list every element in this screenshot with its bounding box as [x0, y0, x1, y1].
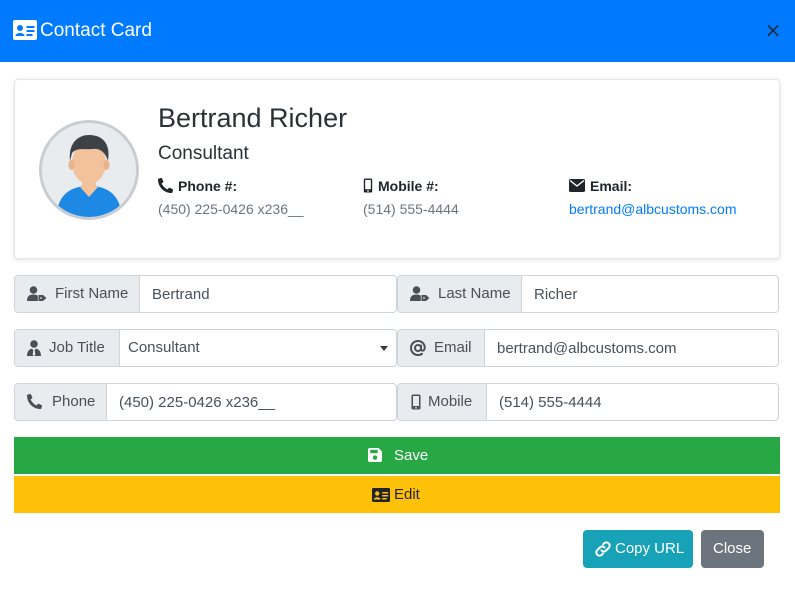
mobile-icon	[411, 394, 421, 410]
last-name-group: Last Name	[397, 275, 779, 313]
mobile-value: (514) 555-4444	[363, 201, 459, 217]
last-name-label: Last Name	[438, 285, 511, 302]
close-icon[interactable]: ×	[764, 19, 782, 41]
email-field-label: Email	[434, 339, 472, 356]
contact-job-title: Consultant	[158, 143, 249, 164]
chevron-down-icon[interactable]	[380, 346, 388, 351]
save-icon	[368, 448, 382, 462]
phone-input[interactable]	[107, 384, 396, 420]
email-group: Email	[397, 329, 779, 367]
user-tie-icon	[27, 340, 41, 356]
contact-name: Bertrand Richer	[158, 103, 348, 133]
id-card-icon	[372, 488, 390, 502]
save-button[interactable]: Save	[14, 437, 780, 474]
save-label: Save	[394, 447, 429, 464]
first-name-group: First Name	[14, 275, 397, 313]
email-input[interactable]	[485, 330, 778, 366]
mobile-icon	[363, 178, 373, 193]
mobile-label: Mobile #:	[378, 178, 439, 194]
job-title-group: Job Title Consultant	[14, 329, 397, 367]
modal-header: Contact Card ×	[0, 0, 795, 62]
link-icon	[595, 541, 611, 557]
mobile-group: Mobile	[397, 383, 779, 421]
at-icon	[410, 340, 426, 356]
mobile-addon: Mobile	[398, 384, 487, 420]
email-label: Email:	[590, 178, 633, 194]
phone-value: (450) 225-0426 x236__	[158, 201, 304, 217]
close-label: Close	[713, 540, 752, 557]
contact-card: Bertrand Richer Consultant Phone #: (450…	[14, 79, 780, 259]
avatar	[39, 120, 139, 220]
job-title-select[interactable]: Consultant	[120, 330, 396, 366]
phone-addon: Phone	[15, 384, 107, 420]
first-name-input[interactable]	[140, 276, 396, 312]
edit-button[interactable]: Edit	[14, 476, 780, 513]
email-addon: Email	[398, 330, 485, 366]
phone-info-label: Phone #:	[158, 177, 318, 195]
mobile-input[interactable]	[487, 384, 778, 420]
mobile-field-label: Mobile	[428, 393, 473, 410]
job-title-addon: Job Title	[15, 330, 120, 366]
job-title-label: Job Title	[49, 339, 105, 356]
last-name-input[interactable]	[522, 276, 778, 312]
phone-icon	[158, 178, 173, 193]
modal-title: Contact Card	[40, 20, 152, 41]
email-info-label: Email:	[569, 177, 749, 195]
id-card-icon	[13, 20, 37, 40]
phone-icon	[27, 394, 42, 409]
last-name-addon: Last Name	[398, 276, 522, 312]
phone-field-label: Phone	[52, 393, 96, 410]
mobile-info-label: Mobile #:	[363, 177, 523, 195]
phone-label: Phone #:	[178, 178, 238, 194]
first-name-label: First Name	[55, 285, 129, 302]
edit-label: Edit	[394, 486, 420, 503]
email-link[interactable]: bertrand@albcustoms.com	[569, 200, 737, 218]
user-tag-icon	[27, 286, 47, 301]
phone-group: Phone	[14, 383, 397, 421]
first-name-addon: First Name	[15, 276, 140, 312]
envelope-icon	[569, 179, 585, 192]
close-button[interactable]: Close	[701, 530, 764, 568]
user-tag-icon	[410, 286, 430, 301]
copy-url-label: Copy URL	[615, 540, 685, 557]
copy-url-button[interactable]: Copy URL	[583, 530, 693, 568]
